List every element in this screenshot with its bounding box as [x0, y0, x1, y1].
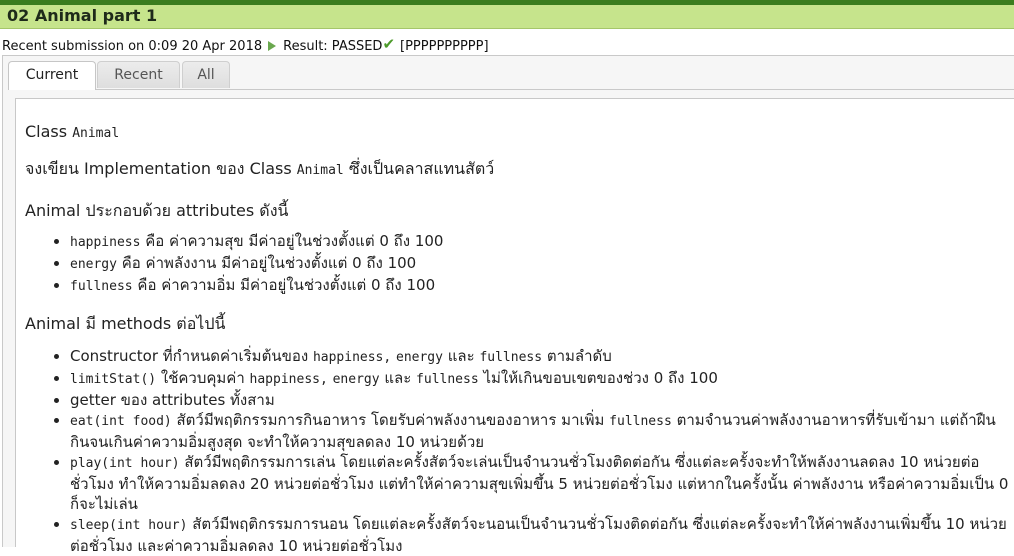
submission-status: Recent submission on 0:09 20 Apr 2018 Re…: [2, 35, 489, 55]
list-item: happiness คือ ค่าความสุข มีค่าอยู่ในช่วง…: [70, 231, 1010, 253]
class-name-code: Animal: [72, 126, 120, 141]
list-item: sleep(int hour) สัตว์มีพฤติกรรมการนอน โด…: [70, 514, 1010, 556]
methods-heading: Animal มี methods ต่อไปนี้: [25, 314, 226, 333]
tab-current[interactable]: Current: [8, 61, 96, 90]
list-item: play(int hour) สัตว์มีพฤติกรรมการเล่น โด…: [70, 452, 1010, 514]
title-bar: 02 Animal part 1: [0, 5, 1014, 29]
attributes-heading: Animal ประกอบด้วย attributes ดังนี้: [25, 201, 289, 220]
list-item: limitStat() ใช้ควบคุมค่า happiness, ener…: [70, 368, 1010, 390]
class-heading: Class Animal: [25, 122, 120, 141]
list-item: Constructor ที่กำหนดค่าเริ่มต้นของ happi…: [70, 346, 1010, 368]
list-item: fullness คือ ค่าความอิ่ม มีค่าอยู่ในช่วง…: [70, 275, 1010, 297]
problem-description: Class Animal จงเขียน Implementation ของ …: [25, 120, 1010, 556]
intro-class-code: Animal: [296, 163, 344, 178]
intro-paragraph: จงเขียน Implementation ของ Class Animal …: [25, 159, 495, 178]
submission-date-text: Recent submission on 0:09 20 Apr 2018: [2, 38, 263, 54]
tab-recent[interactable]: Recent: [97, 61, 180, 88]
methods-list: Constructor ที่กำหนดค่าเริ่มต้นของ happi…: [25, 346, 1010, 556]
check-icon: ✔: [382, 35, 396, 53]
page-title: 02 Animal part 1: [7, 6, 158, 25]
list-item: energy คือ ค่าพลังงาน มีค่าอยู่ในช่วงตั้…: [70, 253, 1010, 275]
tab-all[interactable]: All: [182, 61, 230, 88]
tab-all-label: All: [197, 67, 215, 83]
tab-divider: [8, 89, 1014, 90]
tab-recent-label: Recent: [114, 67, 163, 83]
tab-current-label: Current: [25, 67, 79, 83]
submission-result: Result: PASSED: [283, 38, 383, 54]
submission-details: [PPPPPPPPPP]: [400, 38, 489, 54]
list-item: eat(int food) สัตว์มีพฤติกรรมการกินอาหาร…: [70, 410, 1010, 452]
list-item: getter ของ attributes ทั้งสาม: [70, 390, 1010, 410]
attributes-list: happiness คือ ค่าความสุข มีค่าอยู่ในช่วง…: [25, 231, 1010, 297]
play-icon[interactable]: [268, 41, 277, 51]
